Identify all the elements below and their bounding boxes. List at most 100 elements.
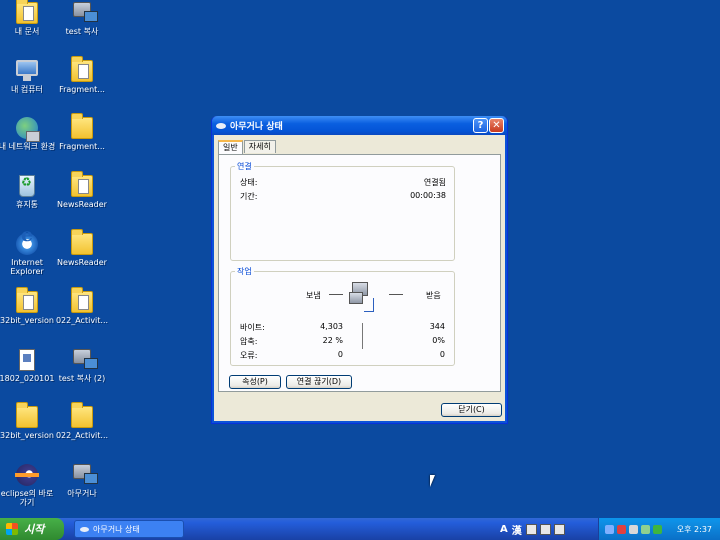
activity-group-title: 작업 [235, 266, 254, 277]
desktop-icon-022-activity-1[interactable]: 022_Activit... [53, 287, 111, 325]
desktop-icon-recycle-bin[interactable]: 휴지통 [0, 175, 56, 209]
windows-logo-icon [6, 523, 18, 535]
desktop-icon-fragment-2[interactable]: Fragment... [53, 113, 111, 151]
tab-panel-general: 연결 상태: 연결됨 기간: 00:00:38 작업 보냄 받음 바이트: 4,… [218, 154, 501, 392]
desktop-icon-newsreader-2[interactable]: NewsReader [53, 229, 111, 267]
tab-general[interactable]: 일반 [218, 140, 243, 154]
desktop-icon-newsreader-1[interactable]: NewsReader [53, 171, 111, 209]
desktop-icon-test-copy-2[interactable]: test 복사 (2) [53, 349, 111, 383]
desktop-icon-label: eclipse의 바로 가기 [0, 489, 54, 507]
close-window-button[interactable]: ✕ [489, 118, 504, 133]
desktop-icon-label: 022_Activit... [55, 431, 109, 440]
duration-row: 기간: 00:00:38 [240, 191, 446, 202]
duration-value: 00:00:38 [410, 191, 446, 200]
file-icon [19, 349, 35, 371]
compression-received: 0% [432, 336, 445, 345]
desktop-icon-fragment-1[interactable]: Fragment... [53, 56, 111, 94]
recycle-bin-icon [19, 175, 35, 197]
desktop-icon-1802-file[interactable]: 1802_020101 [0, 349, 56, 383]
sent-dash [329, 294, 343, 295]
dialog-titlebar[interactable]: 아무거나 상태 ? ✕ [212, 116, 507, 135]
antivirus-tray-icon[interactable] [629, 524, 638, 534]
clock[interactable]: 오후 2:37 [677, 524, 712, 535]
desktop-icon-label: test 복사 (2) [58, 374, 106, 383]
system-tray: 오후 2:37 [598, 518, 720, 540]
safety-tray-icon[interactable] [653, 524, 662, 534]
lang-a-label[interactable]: A [500, 524, 508, 535]
cloud-icon [216, 122, 226, 129]
errors-label: 오류: [240, 351, 258, 360]
folder-icon [71, 171, 93, 197]
desktop-icon-my-computer[interactable]: 내 컴퓨터 [0, 60, 56, 94]
network-places-icon [16, 117, 40, 142]
network-connection-icon [73, 464, 98, 484]
eclipse-icon [15, 464, 39, 486]
taskbar-item-status-dialog[interactable]: 아무거나 상태 [74, 520, 184, 538]
language-bar[interactable]: A 漢 [500, 521, 580, 537]
folder-icon [71, 287, 93, 313]
desktop-icon-label: 내 컴퓨터 [11, 85, 43, 94]
desktop-icon-label: 내 네트워크 환경 [0, 142, 56, 151]
desktop-icon-label: test 복사 [65, 27, 99, 36]
internet-explorer-icon [16, 231, 38, 255]
close-button[interactable]: 닫기(C) [441, 403, 502, 417]
compression-sent: 22 % [322, 336, 343, 345]
cloud-icon [80, 526, 89, 532]
disconnect-button[interactable]: 연결 끊기(D) [286, 375, 352, 389]
help-icon[interactable] [539, 523, 551, 535]
lang-hanja-label[interactable]: 漢 [512, 522, 522, 537]
desktop-icon-label: 1802_020101 [0, 374, 55, 383]
desktop-icon-eclipse[interactable]: eclipse의 바로 가기 [0, 464, 56, 507]
help-button[interactable]: ? [473, 118, 488, 133]
security-tray-icon[interactable] [617, 524, 626, 534]
status-label: 상태: [240, 178, 258, 187]
desktop-icon-32bit-version-1[interactable]: 32bit_version [0, 287, 56, 325]
desktop-icon-connection[interactable]: 아무거나 [53, 464, 111, 498]
desktop-icon-022-activity-2[interactable]: 022_Activit... [53, 402, 111, 440]
errors-row: 오류: [240, 350, 446, 361]
folder-icon [71, 229, 93, 255]
sent-label: 보냄 [306, 291, 321, 300]
folder-icon [16, 402, 38, 428]
bytes-label: 바이트: [240, 323, 265, 332]
errors-received: 0 [439, 350, 445, 359]
taskbar: 시작 아무거나 상태 A 漢 오후 2:37 [0, 518, 720, 540]
connection-tray-icon[interactable] [641, 524, 650, 534]
duration-label: 기간: [240, 192, 258, 201]
folder-icon [71, 113, 93, 139]
folder-icon [16, 287, 38, 313]
desktop-icon-label: 022_Activit... [55, 316, 109, 325]
desktop-icon-label: Fragment... [59, 142, 105, 151]
options-icon[interactable] [553, 523, 565, 535]
received-label: 받음 [426, 291, 441, 300]
desktop-icon-internet-explorer[interactable]: Internet Explorer [0, 231, 56, 276]
tab-details[interactable]: 자세히 [243, 140, 276, 153]
activity-group: 작업 보냄 받음 바이트: 4,303 344 압축: 22 % 0% 오류: [230, 266, 455, 366]
desktop-icon-label: 내 문서 [14, 27, 40, 36]
compression-row: 압축: [240, 336, 446, 347]
shared-folder-icon [73, 2, 98, 22]
desktop-icon-32bit-version-2[interactable]: 32bit_version [0, 402, 56, 440]
desktop-icon-network-places[interactable]: 내 네트워크 환경 [0, 117, 56, 151]
properties-button[interactable]: 속성(P) [229, 375, 281, 389]
network-activity-icon [349, 280, 375, 312]
connection-group: 연결 상태: 연결됨 기간: 00:00:38 [230, 161, 455, 261]
desktop-icon-label: 아무거나 [67, 489, 97, 498]
tab-strip: 일반 자세히 [218, 140, 277, 154]
taskbar-item-label: 아무거나 상태 [93, 524, 140, 534]
my-documents-icon [16, 0, 38, 24]
shared-folder-icon [73, 349, 98, 369]
desktop-icon-test-copy[interactable]: test 복사 [53, 2, 111, 36]
bytes-received: 344 [429, 322, 445, 331]
status-value: 연결됨 [423, 178, 446, 187]
start-button[interactable]: 시작 [0, 518, 64, 540]
start-label: 시작 [24, 523, 45, 536]
connection-status-dialog: 아무거나 상태 ? ✕ 일반 자세히 연결 상태: 연결됨 기간: 00:00:… [211, 116, 508, 424]
network-tray-icon[interactable] [605, 524, 614, 534]
desktop-icon-label: NewsReader [57, 258, 107, 267]
desktop-icon-label: 휴지통 [15, 200, 39, 209]
desktop-icon-my-documents[interactable]: 내 문서 [0, 0, 56, 36]
ime-pad-icon[interactable] [525, 523, 537, 535]
desktop-icon-label: 32bit_version [0, 316, 54, 325]
desktop-icon-label: NewsReader [57, 200, 107, 209]
